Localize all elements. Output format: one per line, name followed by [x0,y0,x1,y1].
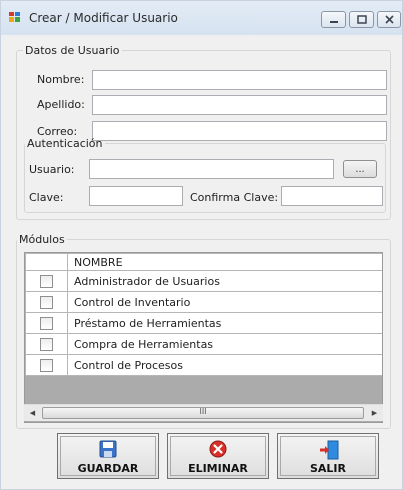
row-checkbox-cell[interactable] [25,270,68,292]
row-checkbox[interactable] [40,274,53,288]
row-checkbox[interactable] [40,337,53,351]
usuario-field[interactable] [89,159,334,179]
maximize-button[interactable] [349,11,374,28]
clave-label: Clave: [29,191,64,204]
table-row[interactable]: Control de Inventario [25,291,382,313]
row-name-cell[interactable]: Control de Inventario [67,291,382,313]
scroll-right-icon[interactable]: ▶ [366,405,383,421]
nombre-label: Nombre: [37,73,85,86]
table-row[interactable]: Préstamo de Herramientas [25,312,382,334]
close-button[interactable] [377,11,401,28]
salir-label: SALIR [309,462,346,475]
table-row[interactable]: Administrador de Usuarios [25,270,382,292]
modulos-grid[interactable]: NOMBRE Administrador de Usuarios Control… [24,252,383,423]
title-bar[interactable]: Crear / Modificar Usuario [1,1,402,35]
row-name-cell[interactable]: Préstamo de Herramientas [67,312,382,334]
row-name-cell[interactable]: Control de Procesos [67,354,382,376]
row-checkbox-cell[interactable] [25,354,68,376]
apellido-field[interactable] [92,95,387,115]
form-body: Datos de Usuario Nombre: Apellido: Corre… [10,35,396,483]
row-checkbox[interactable] [40,316,53,330]
clave-field[interactable] [89,186,183,206]
confirma-clave-label: Confirma Clave: [190,191,279,204]
modulos-legend: Módulos [19,233,65,246]
grid-column-header-nombre[interactable]: NOMBRE [67,253,382,271]
eliminar-button[interactable]: ELIMINAR [167,433,269,479]
datos-usuario-legend: Datos de Usuario [25,44,120,57]
minimize-button[interactable] [321,11,346,28]
scroll-left-icon[interactable]: ◀ [24,405,41,421]
modulos-table: NOMBRE Administrador de Usuarios Control… [25,253,382,376]
browse-button[interactable]: ... [343,160,377,178]
window-title: Crear / Modificar Usuario [29,11,178,25]
confirma-clave-field[interactable] [281,186,383,206]
exit-door-icon [320,440,339,460]
row-checkbox[interactable] [40,295,53,309]
guardar-button[interactable]: GUARDAR [57,433,159,479]
grid-header-row: NOMBRE [25,253,382,271]
salir-button[interactable]: SALIR [277,433,379,479]
table-row[interactable]: Control de Procesos [25,354,382,376]
horizontal-scrollbar[interactable]: ◀ III ▶ [24,404,383,421]
apellido-label: Apellido: [37,98,85,111]
close-icon [385,15,394,24]
minimize-icon [330,21,338,23]
row-checkbox-cell[interactable] [25,291,68,313]
guardar-label: GUARDAR [77,462,139,475]
grid-checkbox-column-header[interactable] [25,253,68,271]
row-checkbox-cell[interactable] [25,312,68,334]
eliminar-label: ELIMINAR [188,462,248,475]
scroll-thumb[interactable]: III [42,407,364,419]
window: Crear / Modificar Usuario Datos de Usuar… [0,0,403,490]
row-name-cell[interactable]: Compra de Herramientas [67,333,382,355]
row-checkbox-cell[interactable] [25,333,68,355]
usuario-label: Usuario: [29,163,75,176]
table-row[interactable]: Compra de Herramientas [25,333,382,355]
floppy-disk-icon [99,440,117,458]
row-checkbox[interactable] [40,358,53,372]
autenticacion-legend: Autenticación [27,137,103,150]
row-name-cell[interactable]: Administrador de Usuarios [67,270,382,292]
maximize-icon [357,15,367,24]
nombre-field[interactable] [92,70,387,90]
red-x-circle-icon [209,440,227,458]
app-icon [9,12,20,22]
